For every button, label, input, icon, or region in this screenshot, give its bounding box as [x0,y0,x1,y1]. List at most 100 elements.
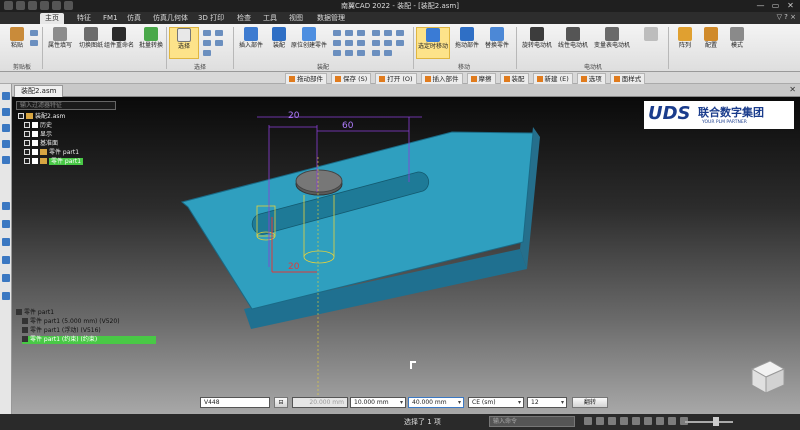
close-icon[interactable]: ✕ [789,85,796,94]
view-icon[interactable] [2,202,10,210]
constraint-icon[interactable] [396,40,404,46]
paste-button[interactable]: 粘贴 [2,27,32,59]
zoom-icon[interactable] [632,417,640,425]
drag-part-button[interactable]: 拖动部件 [452,27,482,59]
disabled-motor-button[interactable] [636,27,666,59]
select-option-icon[interactable] [215,40,223,46]
fit-icon[interactable] [656,417,664,425]
cut-icon[interactable] [30,30,38,36]
dimension-text[interactable]: 60 [342,121,353,131]
properties-icon[interactable] [2,140,10,148]
value-field-1[interactable]: 20.000 mm [292,397,348,408]
tab-simulation[interactable]: 仿真 [122,13,146,24]
copy-icon[interactable] [30,40,38,46]
lock-button[interactable]: ⊟ [274,397,288,408]
view-cube[interactable] [750,360,786,394]
tree-node-planes[interactable]: 基准面 [24,140,58,148]
tree-node-part-selected[interactable]: 零件 part1 [24,158,84,166]
tab-3d-print[interactable]: 3D 打印 [193,13,229,24]
rename-component-button[interactable]: 组件重命名 [104,27,134,59]
tab-data-mgmt[interactable]: 数据管理 [312,13,350,24]
batch-convert-button[interactable]: 批量转换 [136,27,166,59]
select-filter-icon[interactable] [203,30,211,36]
dimension-text[interactable]: 20 [288,262,299,272]
name-field[interactable]: V448 [200,397,270,408]
select-button[interactable]: 选择 [169,27,199,59]
constraint-icon[interactable] [357,50,365,56]
constraint-icon[interactable] [345,30,353,36]
select-box-icon[interactable] [203,50,211,56]
tab-inspect[interactable]: 检查 [232,13,256,24]
mode-select[interactable]: CE (sm) [468,397,524,408]
switch-drawing-button[interactable]: 切换图纸 [76,27,106,59]
tree-node-root[interactable]: 装配2.asm [18,113,65,121]
tab-features[interactable]: 特征 [72,13,96,24]
layers-icon[interactable] [2,108,10,116]
constraint-icon[interactable] [333,50,341,56]
move-when-selected-button[interactable]: 选定时移动 [416,27,450,59]
replace-part-button[interactable]: 替换零件 [482,27,512,59]
rotary-motor-button[interactable]: 旋转电动机 [520,27,554,59]
snap-icon[interactable] [596,417,604,425]
value-field-2[interactable]: 10.000 mm [350,397,406,408]
constraint-icon[interactable] [396,30,404,36]
grid-icon[interactable] [2,274,10,282]
constraint-icon[interactable] [333,40,341,46]
tab-tools[interactable]: 工具 [258,13,282,24]
tree-node-part[interactable]: 零件 part1 [24,149,79,157]
color-icon[interactable] [2,238,10,246]
wrench-icon[interactable] [2,124,10,132]
constraint-icon[interactable] [372,40,380,46]
document-tab[interactable]: 装配2.asm [14,85,64,97]
model-canvas[interactable] [12,97,800,414]
constraint-icon[interactable] [345,50,353,56]
angle-select[interactable]: 12 [527,397,567,408]
zoom-slider-knob[interactable] [713,417,719,426]
value-field-3[interactable]: 40.000 mm [408,397,464,408]
insert-part-button[interactable]: 插入部件 [236,27,266,59]
shade-icon[interactable] [668,417,676,425]
flip-button[interactable]: 翻转 [572,397,608,408]
tab-view[interactable]: 视图 [284,13,308,24]
constraint-icon[interactable] [357,30,365,36]
table-motor-button[interactable]: 变量表电动机 [592,27,632,59]
constraint-icon[interactable] [384,40,392,46]
rotate-icon[interactable] [620,417,628,425]
close-button[interactable]: ✕ [783,0,798,12]
assembly-icon[interactable] [2,156,10,164]
ribbon-options[interactable]: ▽ ? × [777,13,796,21]
help-icon[interactable] [2,256,10,264]
tab-home[interactable]: 主页 [40,13,64,24]
tree-search-input[interactable]: 输入过滤器特征 [16,101,116,110]
tree-node-display[interactable]: 显示 [24,131,52,139]
3d-viewport[interactable]: 20 60 20 输入过滤器特征 装配2.asm 历史 显示 基准面 零件 pa… [12,97,800,414]
constraint-icon[interactable] [333,30,341,36]
maximize-button[interactable]: ▭ [768,0,783,12]
constraint-icon[interactable] [372,30,380,36]
constraint-icon[interactable] [372,50,380,56]
minimize-button[interactable]: — [753,0,768,12]
select-mode-icon[interactable] [203,40,211,46]
users-icon[interactable] [2,220,10,228]
mode-button[interactable]: 模式 [722,27,752,59]
create-in-place-button[interactable]: 原位创建零件 [290,27,328,59]
select-option-icon[interactable] [215,30,223,36]
history-icon[interactable] [2,92,10,100]
settings-icon[interactable] [2,292,10,300]
pan-icon[interactable] [644,417,652,425]
list-item[interactable]: 零件 part1 (浮动) (V516) [22,327,101,335]
constraint-icon[interactable] [357,40,365,46]
tab-sim-geometry[interactable]: 仿真几何体 [148,13,193,24]
zoom-slider[interactable] [685,421,733,423]
list-item[interactable]: 零件 part1 (5.000 mm) (V520) [22,318,120,326]
fill-properties-button[interactable]: 属性填写 [45,27,75,59]
constraint-icon[interactable] [384,50,392,56]
constraint-icon[interactable] [345,40,353,46]
list-item-selected[interactable]: 零件 part1 (约束) (约束) [22,336,156,344]
parts-header[interactable]: 零件 part1 [16,309,54,317]
linear-motor-button[interactable]: 线性电动机 [556,27,590,59]
dimension-text[interactable]: 20 [288,111,299,121]
tab-fm1[interactable]: FM1 [98,13,123,24]
command-input[interactable]: 输入命令 [489,416,575,427]
tree-node-history[interactable]: 历史 [24,122,52,130]
